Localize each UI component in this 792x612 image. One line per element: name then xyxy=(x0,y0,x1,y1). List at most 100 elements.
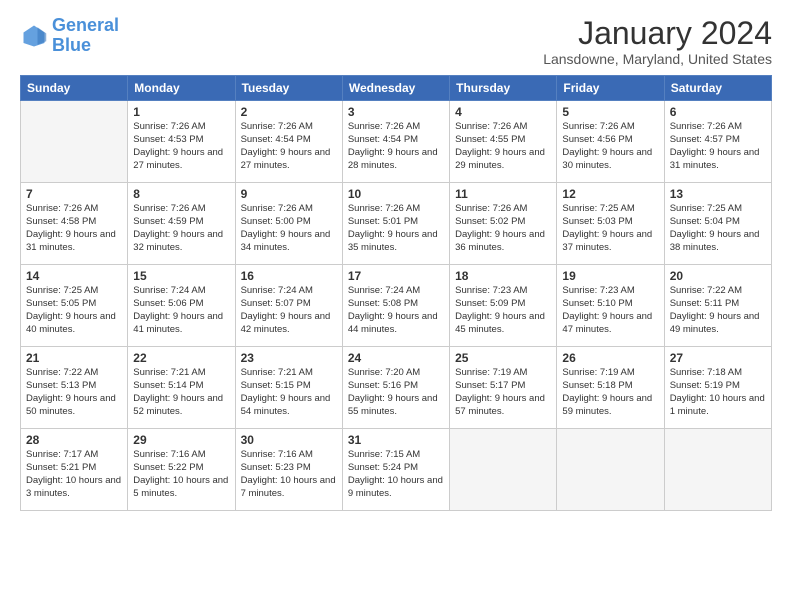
header-wednesday: Wednesday xyxy=(342,76,449,101)
day-number: 3 xyxy=(348,105,444,119)
calendar-cell-w0-d2: 2 Sunrise: 7:26 AM Sunset: 4:54 PM Daylig… xyxy=(235,101,342,183)
day-info: Sunrise: 7:26 AM Sunset: 5:00 PM Dayligh… xyxy=(241,203,337,254)
day-number: 1 xyxy=(133,105,229,119)
day-number: 16 xyxy=(241,269,337,283)
calendar-cell-w4-d0: 28 Sunrise: 7:17 AM Sunset: 5:21 PM Dayli… xyxy=(21,429,128,511)
calendar-cell-w3-d2: 23 Sunrise: 7:21 AM Sunset: 5:15 PM Dayli… xyxy=(235,347,342,429)
day-info: Sunrise: 7:22 AM Sunset: 5:13 PM Dayligh… xyxy=(26,367,122,418)
calendar: Sunday Monday Tuesday Wednesday Thursday… xyxy=(20,75,772,511)
day-number: 23 xyxy=(241,351,337,365)
day-info: Sunrise: 7:18 AM Sunset: 5:19 PM Dayligh… xyxy=(670,367,766,418)
calendar-cell-w0-d0 xyxy=(21,101,128,183)
day-number: 17 xyxy=(348,269,444,283)
day-info: Sunrise: 7:26 AM Sunset: 4:58 PM Dayligh… xyxy=(26,203,122,254)
calendar-cell-w2-d5: 19 Sunrise: 7:23 AM Sunset: 5:10 PM Dayli… xyxy=(557,265,664,347)
month-title: January 2024 xyxy=(543,16,772,51)
day-number: 9 xyxy=(241,187,337,201)
day-info: Sunrise: 7:26 AM Sunset: 4:59 PM Dayligh… xyxy=(133,203,229,254)
day-info: Sunrise: 7:22 AM Sunset: 5:11 PM Dayligh… xyxy=(670,285,766,336)
day-info: Sunrise: 7:26 AM Sunset: 4:57 PM Dayligh… xyxy=(670,121,766,172)
day-number: 10 xyxy=(348,187,444,201)
weekday-header-row: Sunday Monday Tuesday Wednesday Thursday… xyxy=(21,76,772,101)
header-sunday: Sunday xyxy=(21,76,128,101)
calendar-cell-w3-d0: 21 Sunrise: 7:22 AM Sunset: 5:13 PM Dayli… xyxy=(21,347,128,429)
calendar-cell-w1-d5: 12 Sunrise: 7:25 AM Sunset: 5:03 PM Dayli… xyxy=(557,183,664,265)
day-number: 15 xyxy=(133,269,229,283)
logo-general: General xyxy=(52,15,119,35)
day-number: 8 xyxy=(133,187,229,201)
week-row-0: 1Sunrise: 7:26 AM Sunset: 4:53 PM Daylig… xyxy=(21,101,772,183)
calendar-cell-w2-d2: 16Sunrise: 7:24 AM Sunset: 5:07 PM Dayli… xyxy=(235,265,342,347)
day-info: Sunrise: 7:26 AM Sunset: 4:54 PM Dayligh… xyxy=(348,121,444,172)
day-info: Sunrise: 7:19 AM Sunset: 5:18 PM Dayligh… xyxy=(562,367,658,418)
day-number: 2 xyxy=(241,105,337,119)
calendar-cell-w1-d1: 8 Sunrise: 7:26 AM Sunset: 4:59 PM Daylig… xyxy=(128,183,235,265)
calendar-cell-w2-d6: 20 Sunrise: 7:22 AM Sunset: 5:11 PM Dayli… xyxy=(664,265,771,347)
calendar-cell-w1-d4: 11Sunrise: 7:26 AM Sunset: 5:02 PM Dayli… xyxy=(450,183,557,265)
day-number: 30 xyxy=(241,433,337,447)
day-info: Sunrise: 7:26 AM Sunset: 5:01 PM Dayligh… xyxy=(348,203,444,254)
day-info: Sunrise: 7:21 AM Sunset: 5:15 PM Dayligh… xyxy=(241,367,337,418)
day-info: Sunrise: 7:26 AM Sunset: 4:55 PM Dayligh… xyxy=(455,121,551,172)
calendar-cell-w1-d0: 7 Sunrise: 7:26 AM Sunset: 4:58 PM Daylig… xyxy=(21,183,128,265)
calendar-cell-w3-d6: 27 Sunrise: 7:18 AM Sunset: 5:19 PM Dayli… xyxy=(664,347,771,429)
day-number: 4 xyxy=(455,105,551,119)
calendar-cell-w3-d5: 26 Sunrise: 7:19 AM Sunset: 5:18 PM Dayli… xyxy=(557,347,664,429)
calendar-cell-w3-d4: 25 Sunrise: 7:19 AM Sunset: 5:17 PM Dayli… xyxy=(450,347,557,429)
calendar-cell-w0-d5: 5 Sunrise: 7:26 AM Sunset: 4:56 PM Daylig… xyxy=(557,101,664,183)
day-number: 31 xyxy=(348,433,444,447)
day-number: 7 xyxy=(26,187,122,201)
day-info: Sunrise: 7:25 AM Sunset: 5:04 PM Dayligh… xyxy=(670,203,766,254)
day-number: 27 xyxy=(670,351,766,365)
calendar-cell-w4-d3: 31Sunrise: 7:15 AM Sunset: 5:24 PM Dayli… xyxy=(342,429,449,511)
day-number: 13 xyxy=(670,187,766,201)
title-block: January 2024 Lansdowne, Maryland, United… xyxy=(543,16,772,67)
day-number: 28 xyxy=(26,433,122,447)
day-number: 25 xyxy=(455,351,551,365)
header-saturday: Saturday xyxy=(664,76,771,101)
day-number: 22 xyxy=(133,351,229,365)
day-number: 11 xyxy=(455,187,551,201)
day-number: 26 xyxy=(562,351,658,365)
logo: General Blue xyxy=(20,16,119,56)
day-number: 5 xyxy=(562,105,658,119)
day-info: Sunrise: 7:23 AM Sunset: 5:10 PM Dayligh… xyxy=(562,285,658,336)
header-monday: Monday xyxy=(128,76,235,101)
week-row-3: 21 Sunrise: 7:22 AM Sunset: 5:13 PM Dayli… xyxy=(21,347,772,429)
day-info: Sunrise: 7:26 AM Sunset: 4:54 PM Dayligh… xyxy=(241,121,337,172)
calendar-cell-w1-d6: 13 Sunrise: 7:25 AM Sunset: 5:04 PM Dayli… xyxy=(664,183,771,265)
week-row-4: 28 Sunrise: 7:17 AM Sunset: 5:21 PM Dayli… xyxy=(21,429,772,511)
day-number: 12 xyxy=(562,187,658,201)
calendar-cell-w0-d3: 3 Sunrise: 7:26 AM Sunset: 4:54 PM Daylig… xyxy=(342,101,449,183)
day-info: Sunrise: 7:25 AM Sunset: 5:03 PM Dayligh… xyxy=(562,203,658,254)
day-number: 19 xyxy=(562,269,658,283)
logo-text: General Blue xyxy=(52,16,119,56)
day-number: 20 xyxy=(670,269,766,283)
week-row-1: 7 Sunrise: 7:26 AM Sunset: 4:58 PM Daylig… xyxy=(21,183,772,265)
calendar-cell-w1-d2: 9 Sunrise: 7:26 AM Sunset: 5:00 PM Daylig… xyxy=(235,183,342,265)
calendar-cell-w4-d1: 29 Sunrise: 7:16 AM Sunset: 5:22 PM Dayli… xyxy=(128,429,235,511)
calendar-cell-w4-d2: 30Sunrise: 7:16 AM Sunset: 5:23 PM Dayli… xyxy=(235,429,342,511)
day-number: 14 xyxy=(26,269,122,283)
calendar-cell-w1-d3: 10 Sunrise: 7:26 AM Sunset: 5:01 PM Dayli… xyxy=(342,183,449,265)
day-number: 21 xyxy=(26,351,122,365)
calendar-cell-w0-d6: 6Sunrise: 7:26 AM Sunset: 4:57 PM Daylig… xyxy=(664,101,771,183)
calendar-cell-w2-d3: 17 Sunrise: 7:24 AM Sunset: 5:08 PM Dayli… xyxy=(342,265,449,347)
logo-icon xyxy=(20,22,48,50)
day-info: Sunrise: 7:26 AM Sunset: 4:56 PM Dayligh… xyxy=(562,121,658,172)
calendar-cell-w4-d6 xyxy=(664,429,771,511)
day-number: 29 xyxy=(133,433,229,447)
day-info: Sunrise: 7:25 AM Sunset: 5:05 PM Dayligh… xyxy=(26,285,122,336)
calendar-cell-w2-d4: 18Sunrise: 7:23 AM Sunset: 5:09 PM Dayli… xyxy=(450,265,557,347)
day-info: Sunrise: 7:17 AM Sunset: 5:21 PM Dayligh… xyxy=(26,449,122,500)
day-info: Sunrise: 7:16 AM Sunset: 5:22 PM Dayligh… xyxy=(133,449,229,500)
day-info: Sunrise: 7:20 AM Sunset: 5:16 PM Dayligh… xyxy=(348,367,444,418)
day-info: Sunrise: 7:24 AM Sunset: 5:08 PM Dayligh… xyxy=(348,285,444,336)
calendar-cell-w4-d5 xyxy=(557,429,664,511)
day-info: Sunrise: 7:19 AM Sunset: 5:17 PM Dayligh… xyxy=(455,367,551,418)
calendar-cell-w3-d3: 24Sunrise: 7:20 AM Sunset: 5:16 PM Dayli… xyxy=(342,347,449,429)
header: General Blue January 2024 Lansdowne, Mar… xyxy=(20,16,772,67)
header-friday: Friday xyxy=(557,76,664,101)
location: Lansdowne, Maryland, United States xyxy=(543,51,772,67)
day-info: Sunrise: 7:23 AM Sunset: 5:09 PM Dayligh… xyxy=(455,285,551,336)
